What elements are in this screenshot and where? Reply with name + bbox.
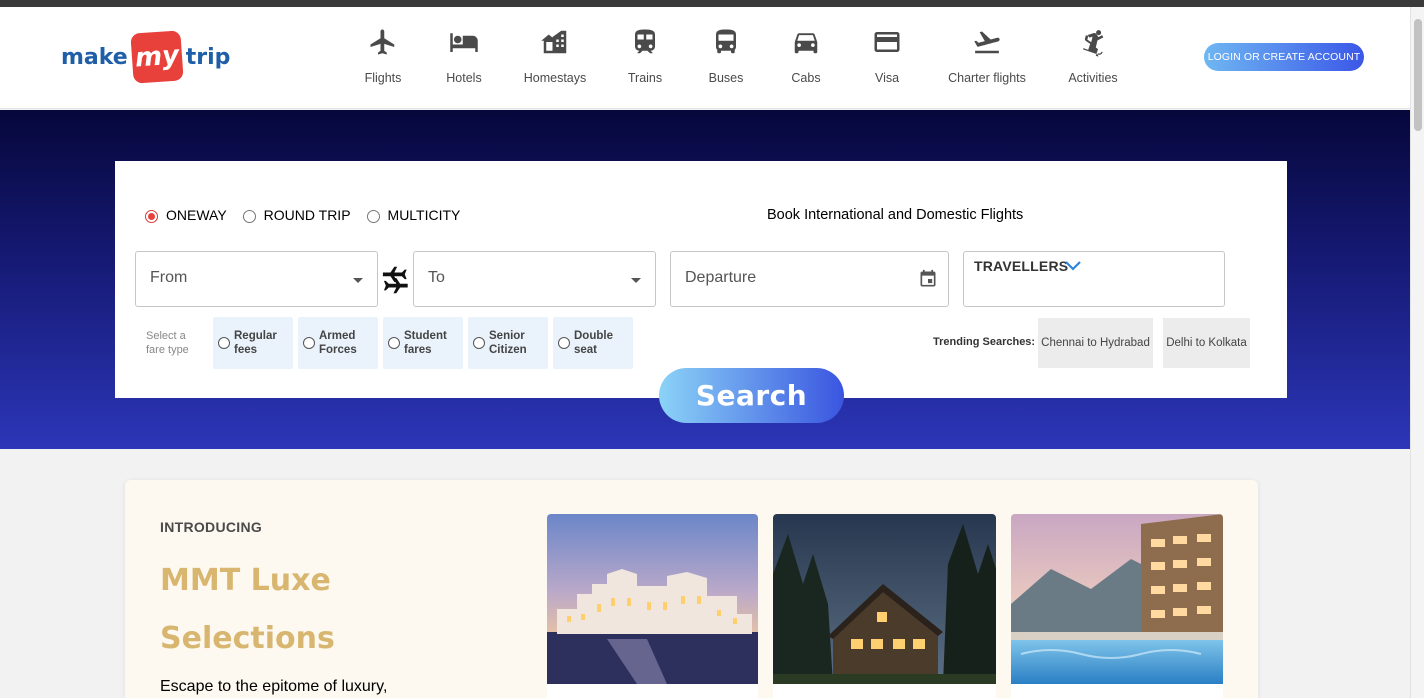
login-button[interactable]: LOGIN OR CREATE ACCOUNT <box>1204 43 1364 71</box>
from-placeholder: From <box>150 269 188 286</box>
fare-option-text: Regular fees <box>234 329 277 357</box>
luxe-photo-resort[interactable] <box>1011 514 1223 684</box>
dropdown-caret-icon <box>353 278 363 283</box>
logo-text-trip: trip <box>185 44 231 70</box>
fare-option-double-seat[interactable]: Double seat <box>553 317 633 369</box>
train-icon <box>635 29 655 54</box>
fare-option-text: Armed Forces <box>319 329 357 357</box>
radio-oneway[interactable] <box>145 209 158 223</box>
card-icon <box>874 32 900 52</box>
nav-item-charter-flights[interactable]: Charter flights <box>932 27 1042 85</box>
luxe-section: INTRODUCING MMT Luxe Selections Escape t… <box>125 480 1258 698</box>
photo-caption-area <box>773 684 996 698</box>
trip-type-oneway[interactable]: ONEWAY <box>145 207 227 223</box>
fare-radio[interactable] <box>558 337 570 349</box>
from-field[interactable]: From <box>135 251 378 307</box>
radio-multicity[interactable] <box>366 209 380 223</box>
nav-label-activities: Activities <box>1068 71 1118 85</box>
flight-icon <box>370 29 395 55</box>
flight-search-card: ONEWAY ROUND TRIP MULTICITY Book Interna… <box>115 161 1287 398</box>
to-placeholder: To <box>428 269 445 286</box>
luxe-title: MMT Luxe Selections <box>160 552 460 668</box>
fare-radio[interactable] <box>388 337 400 349</box>
trip-type-label: MULTICITY <box>387 207 461 223</box>
page-scrollbar[interactable] <box>1410 7 1424 698</box>
bus-icon <box>716 29 736 54</box>
fare-line1: Regular <box>234 330 277 342</box>
luxe-description: Escape to the epitome of luxury, <box>160 678 388 695</box>
swap-cities-icon[interactable] <box>382 261 410 299</box>
logo-text-my: my <box>130 30 184 84</box>
fare-line1: Armed <box>319 330 356 342</box>
fare-option-senior-citizen[interactable]: Senior Citizen <box>468 317 548 369</box>
fare-option-regular[interactable]: Regular fees <box>213 317 293 369</box>
fare-line2: Forces <box>319 344 357 356</box>
fare-option-text: Student fares <box>404 329 447 357</box>
trending-chip[interactable]: Delhi to Kolkata <box>1163 318 1250 368</box>
trip-type-multicity[interactable]: MULTICITY <box>366 207 461 223</box>
trip-type-label: ROUND TRIP <box>263 207 351 223</box>
skiing-icon <box>1083 30 1104 57</box>
site-header: make my trip Flights Hotels Homestays Tr… <box>0 7 1410 109</box>
calendar-icon[interactable] <box>918 268 938 290</box>
flight-takeoff-icon <box>974 31 1000 54</box>
hotel-bed-icon <box>450 33 478 52</box>
fare-option-armed-forces[interactable]: Armed Forces <box>298 317 378 369</box>
fare-line1: Double <box>574 330 613 342</box>
luxe-title-line2: Selections <box>160 621 335 656</box>
departure-placeholder: Departure <box>685 269 757 286</box>
nav-item-visa[interactable]: Visa <box>832 27 942 85</box>
trending-chip[interactable]: Chennai to Hydrabad <box>1038 318 1153 368</box>
makemytrip-logo[interactable]: make my trip <box>61 30 231 84</box>
fare-line2: fares <box>404 344 432 356</box>
scrollbar-thumb[interactable] <box>1414 19 1422 131</box>
fare-type-label: Select a fare type <box>146 330 189 356</box>
search-button[interactable]: Search <box>659 368 844 423</box>
to-field[interactable]: To <box>413 251 656 307</box>
homestay-icon <box>541 30 567 54</box>
browser-top-strip <box>0 0 1424 7</box>
departure-field[interactable]: Departure <box>670 251 949 307</box>
luxe-intro: INTRODUCING <box>160 519 263 535</box>
trending-searches-label: Trending Searches: <box>933 336 1036 348</box>
fare-option-text: Senior Citizen <box>489 329 527 357</box>
logo-text-make: make <box>61 44 128 70</box>
fare-line1: Senior <box>489 330 525 342</box>
fare-radio[interactable] <box>473 337 485 349</box>
search-heading: Book International and Domestic Flights <box>767 207 1024 223</box>
trip-type-group: ONEWAY ROUND TRIP MULTICITY <box>145 207 476 223</box>
fare-line2: Citizen <box>489 344 527 356</box>
nav-label-charter-flights: Charter flights <box>948 71 1026 85</box>
photo-caption-area <box>1011 684 1223 698</box>
fare-line2: seat <box>574 344 598 356</box>
fare-line2: fees <box>234 344 258 356</box>
fare-option-text: Double seat <box>574 329 613 357</box>
photo-caption-area <box>547 684 758 698</box>
travellers-field[interactable]: TRAVELLERS <box>963 251 1225 307</box>
chevron-down-icon <box>1065 261 1081 271</box>
nav-label-visa: Visa <box>874 71 900 85</box>
cab-icon <box>794 33 818 54</box>
luxe-photo-palace[interactable] <box>547 514 758 684</box>
travellers-label: TRAVELLERS <box>974 258 1069 274</box>
luxe-title-line1: MMT Luxe <box>160 563 331 598</box>
fare-radio[interactable] <box>218 337 230 349</box>
luxe-photo-cottage[interactable] <box>773 514 996 684</box>
nav-item-activities[interactable]: Activities <box>1038 27 1148 85</box>
trip-type-round-trip[interactable]: ROUND TRIP <box>242 207 351 223</box>
trip-type-label: ONEWAY <box>166 207 227 223</box>
radio-round-trip[interactable] <box>242 209 256 223</box>
fare-line1: Student <box>404 330 447 342</box>
fare-radio[interactable] <box>303 337 315 349</box>
fare-option-student[interactable]: Student fares <box>383 317 463 369</box>
dropdown-caret-icon <box>631 278 641 283</box>
